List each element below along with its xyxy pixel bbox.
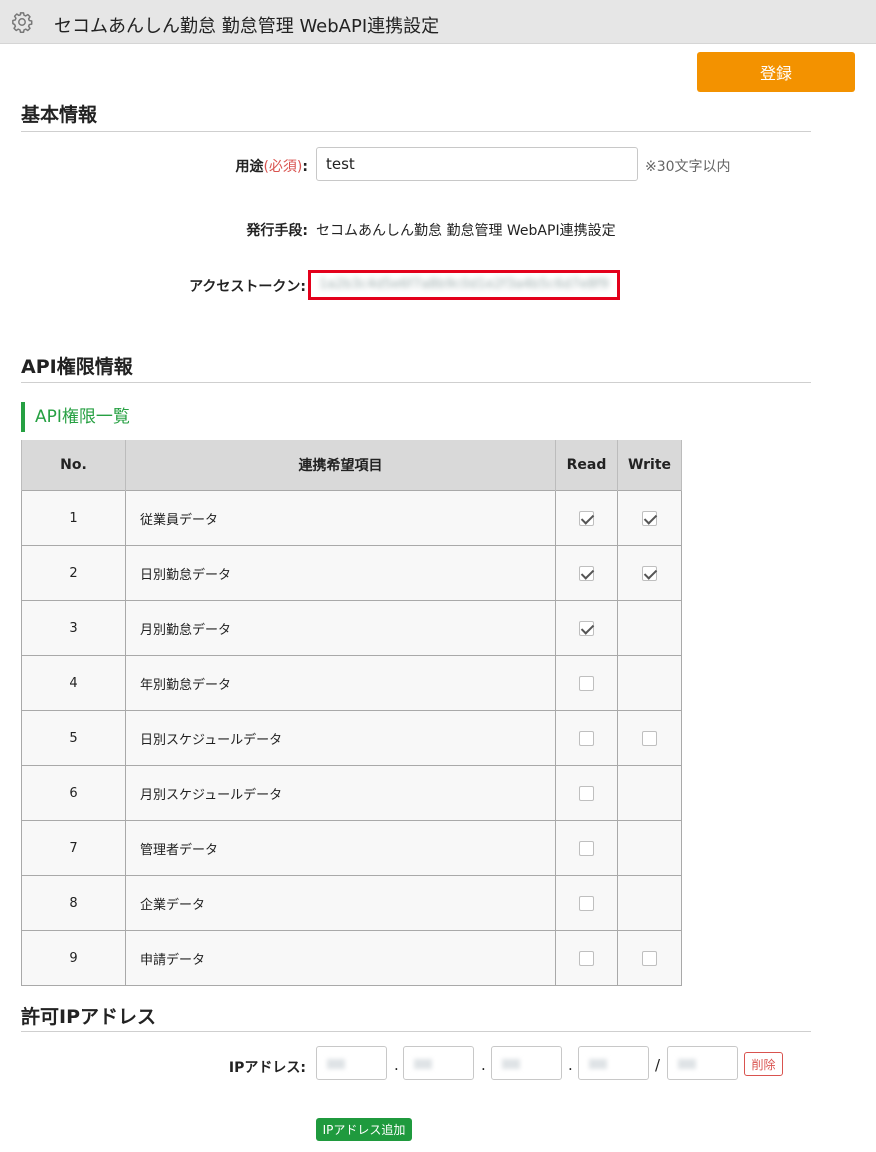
add-ip-button[interactable]: IPアドレス追加 [316, 1118, 412, 1141]
ip-mask-input[interactable] [667, 1046, 738, 1080]
read-cell [555, 930, 618, 986]
table-header-row: No. 連携希望項目 Read Write [21, 440, 682, 491]
read-checkbox[interactable] [579, 730, 594, 746]
read-checkbox[interactable] [579, 895, 594, 911]
read-checkbox[interactable] [579, 785, 594, 801]
gear-icon[interactable] [11, 11, 33, 33]
write-cell [617, 820, 682, 876]
purpose-label-text: 用途 [235, 159, 264, 175]
table-row: 2 日別勤怠データ [21, 545, 682, 601]
read-cell [555, 655, 618, 711]
table-row: 6 月別スケジュールデータ [21, 765, 682, 821]
row-number: 4 [21, 655, 126, 711]
ip-dot-separator: . [568, 1056, 573, 1074]
row-number: 8 [21, 875, 126, 931]
read-checkbox[interactable] [579, 950, 594, 966]
table-row: 5 日別スケジュールデータ [21, 710, 682, 766]
ip-dot-separator: . [394, 1056, 399, 1074]
write-cell [617, 655, 682, 711]
row-number: 1 [21, 490, 126, 546]
ip-octet-3-input[interactable] [491, 1046, 562, 1080]
api-list-title: API権限一覧 [21, 402, 130, 432]
row-number: 7 [21, 820, 126, 876]
section-title-api: API権限情報 [21, 356, 133, 378]
purpose-label: 用途(必須): [235, 156, 308, 176]
row-item-name: 企業データ [125, 875, 556, 931]
section-divider [21, 382, 811, 383]
table-row: 3 月別勤怠データ [21, 600, 682, 656]
table-row: 9 申請データ [21, 930, 682, 986]
title-bar: セコムあんしん勤怠 勤怠管理 WebAPI連携設定 [0, 0, 876, 44]
table-row: 1 従業員データ [21, 490, 682, 546]
write-checkbox[interactable] [642, 950, 657, 966]
read-cell [555, 545, 618, 601]
write-cell [617, 600, 682, 656]
row-number: 2 [21, 545, 126, 601]
ip-slash-separator: / [655, 1056, 661, 1074]
ip-octet-2-input[interactable] [403, 1046, 474, 1080]
write-cell [617, 765, 682, 821]
write-checkbox[interactable] [642, 565, 657, 581]
api-permission-table: No. 連携希望項目 Read Write 1 従業員データ 2 日別勤怠データ 3 月別… [21, 440, 682, 986]
row-item-name: 日別勤怠データ [125, 545, 556, 601]
row-number: 6 [21, 765, 126, 821]
write-checkbox[interactable] [642, 510, 657, 526]
column-header-item: 連携希望項目 [125, 440, 556, 491]
row-number: 9 [21, 930, 126, 986]
read-checkbox[interactable] [579, 675, 594, 691]
row-item-name: 日別スケジュールデータ [125, 710, 556, 766]
read-checkbox[interactable] [579, 510, 594, 526]
page-title: セコムあんしん勤怠 勤怠管理 WebAPI連携設定 [54, 16, 440, 37]
read-cell [555, 765, 618, 821]
purpose-input[interactable] [316, 147, 638, 181]
read-cell [555, 710, 618, 766]
access-token-field: 1a2b3c4d5e6f7a8b9c0d1e2f3a4b5c6d7e8f9 [308, 270, 620, 300]
ip-label: IPアドレス: [228, 1060, 306, 1076]
row-item-name: 申請データ [125, 930, 556, 986]
row-item-name: 管理者データ [125, 820, 556, 876]
row-number: 3 [21, 600, 126, 656]
ip-dot-separator: . [481, 1056, 486, 1074]
ip-octet-4-input[interactable] [578, 1046, 649, 1080]
read-cell [555, 600, 618, 656]
write-cell [617, 490, 682, 546]
register-button[interactable]: 登録 [697, 52, 855, 92]
label-colon: : [302, 159, 308, 175]
write-checkbox[interactable] [642, 730, 657, 746]
row-item-name: 月別勤怠データ [125, 600, 556, 656]
section-divider [21, 131, 811, 132]
column-header-read: Read [555, 440, 618, 491]
issuer-value: セコムあんしん勤怠 勤怠管理 WebAPI連携設定 [316, 223, 616, 239]
row-item-name: 従業員データ [125, 490, 556, 546]
issuer-label: 発行手段: [246, 223, 308, 239]
read-checkbox[interactable] [579, 620, 594, 636]
row-number: 5 [21, 710, 126, 766]
write-cell [617, 710, 682, 766]
token-label: アクセストークン: [189, 279, 306, 295]
required-mark: (必須) [263, 159, 303, 175]
section-title-ip: 許可IPアドレス [21, 1006, 156, 1028]
column-header-no: No. [21, 440, 126, 491]
purpose-hint: ※30文字以内 [645, 159, 731, 175]
column-header-write: Write [617, 440, 682, 491]
section-title-basic: 基本情報 [21, 104, 98, 126]
table-row: 4 年別勤怠データ [21, 655, 682, 711]
write-cell [617, 930, 682, 986]
ip-octet-1-input[interactable] [316, 1046, 387, 1080]
row-item-name: 年別勤怠データ [125, 655, 556, 711]
write-cell [617, 875, 682, 931]
table-row: 8 企業データ [21, 875, 682, 931]
read-cell [555, 820, 618, 876]
read-cell [555, 490, 618, 546]
read-cell [555, 875, 618, 931]
access-token-value: 1a2b3c4d5e6f7a8b9c0d1e2f3a4b5c6d7e8f9 [319, 277, 609, 292]
write-cell [617, 545, 682, 601]
section-divider [21, 1031, 811, 1032]
read-checkbox[interactable] [579, 840, 594, 856]
table-row: 7 管理者データ [21, 820, 682, 876]
delete-ip-button[interactable]: 削除 [744, 1052, 783, 1076]
read-checkbox[interactable] [579, 565, 594, 581]
row-item-name: 月別スケジュールデータ [125, 765, 556, 821]
